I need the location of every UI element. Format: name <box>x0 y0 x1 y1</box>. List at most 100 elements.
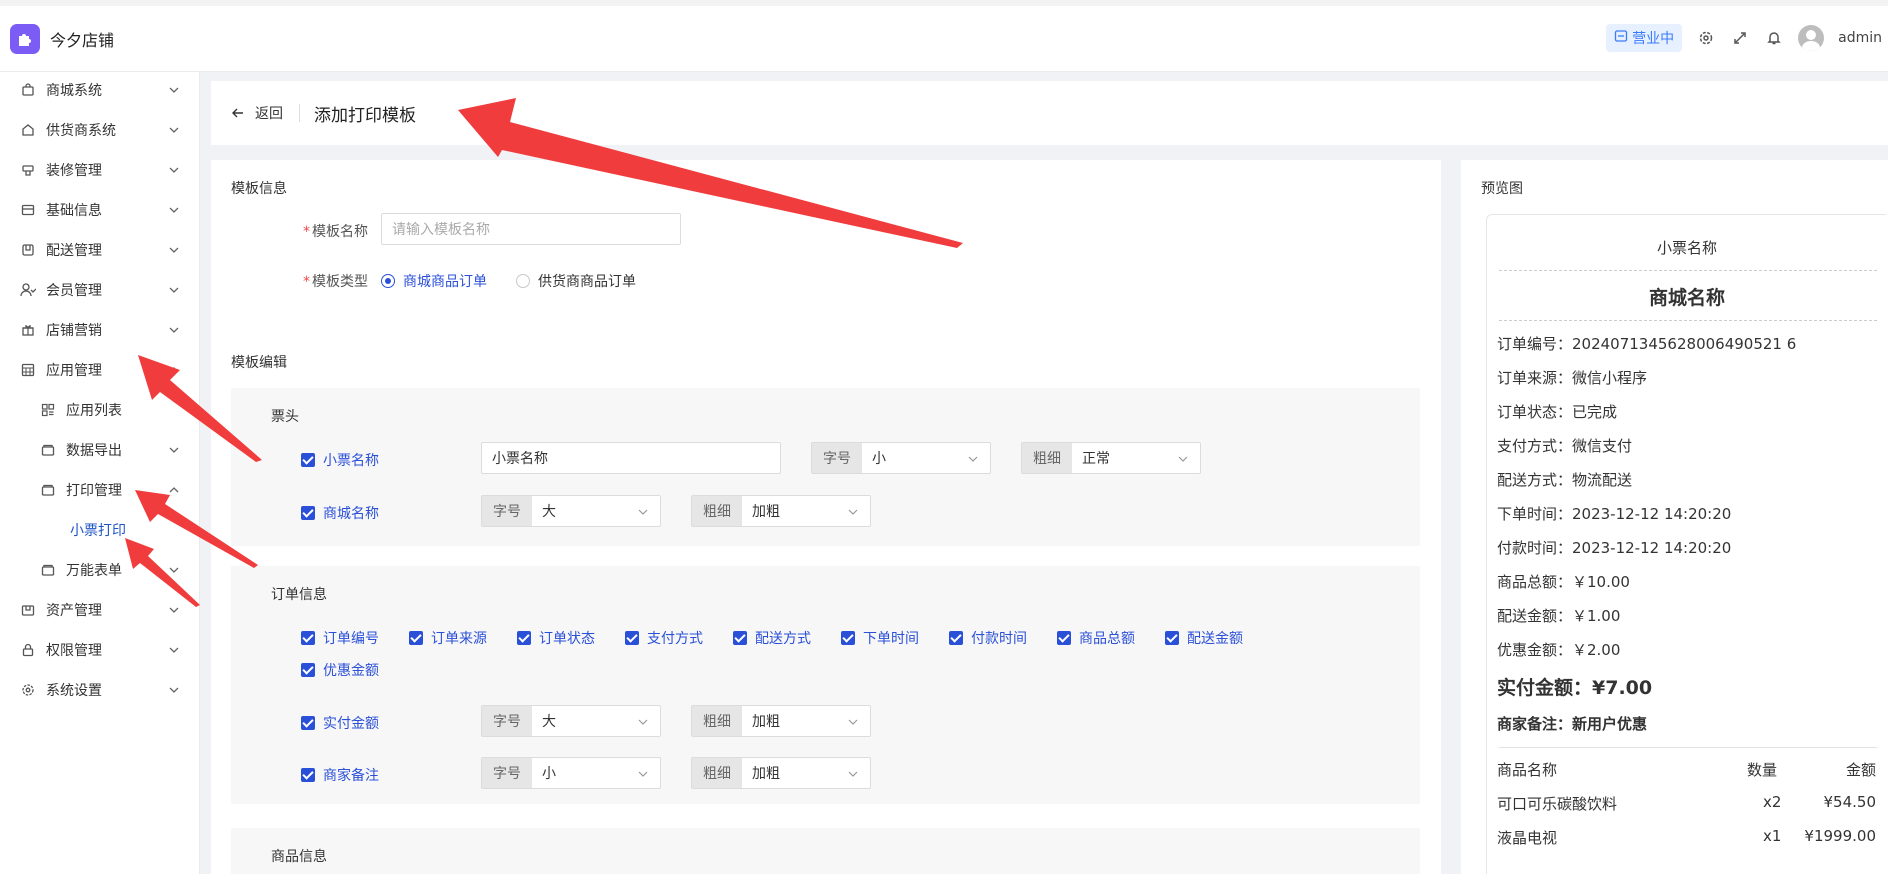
folder-icon <box>40 482 56 498</box>
avatar[interactable] <box>1798 25 1825 51</box>
goods-row-amount: ¥1999.00 <box>1804 827 1876 845</box>
chevron-up-icon <box>169 487 179 493</box>
sidebar-item-receipt-print[interactable]: 小票打印 <box>0 515 200 545</box>
chevron-down-icon <box>169 447 179 453</box>
goods-info-box: 商品信息 <box>231 828 1420 874</box>
ticket-name-input[interactable]: 小票名称 <box>481 442 781 474</box>
sidebar-item-label: 基础信息 <box>46 203 102 219</box>
chevron-down-icon <box>169 567 179 573</box>
sidebar-item-mall[interactable]: 商城系统 <box>0 75 200 105</box>
sidebar-item-app-list[interactable]: 应用列表 <box>0 395 200 425</box>
template-type-label: * 模板类型 <box>303 274 368 290</box>
preview-label: 预览图 <box>1481 181 1523 197</box>
receipt-line: 下单时间：2023-12-12 14:20:20 <box>1497 505 1732 523</box>
checkbox-goods-total[interactable]: 商品总额 <box>1057 628 1135 648</box>
receipt-preview: 小票名称 商城名称 订单编号：2024071345628006490521 6 … <box>1486 214 1886 874</box>
chevron-down-icon <box>848 771 858 777</box>
sidebar-item-decoration[interactable]: 装修管理 <box>0 155 200 185</box>
checkbox-mall-name[interactable]: 商城名称 <box>301 503 379 523</box>
sidebar-item-settings[interactable]: 系统设置 <box>0 675 200 705</box>
divider <box>1499 747 1877 748</box>
dashed-divider <box>1499 320 1877 321</box>
sidebar-item-label: 资产管理 <box>46 603 102 619</box>
paid-size-select[interactable]: 字号 大 <box>481 705 661 737</box>
ticket-head-title: 票头 <box>271 409 299 425</box>
puzzle-logo-icon <box>10 23 40 54</box>
checkbox-order-time[interactable]: 下单时间 <box>841 628 919 648</box>
bell-icon[interactable] <box>1764 28 1784 48</box>
checkbox-pay-method[interactable]: 支付方式 <box>625 628 703 648</box>
chevron-down-icon <box>169 647 179 653</box>
chevron-up-icon <box>169 367 179 373</box>
receipt-remark: 商家备注：新用户优惠 <box>1497 715 1648 733</box>
mall-name-weight-select[interactable]: 粗细 加粗 <box>691 495 871 527</box>
template-form-panel: 模板信息 * 模板名称 请输入模板名称 * 模板类型 商城商品订单 供货商商品订单 … <box>211 160 1441 874</box>
goods-row-qty: x1 <box>1763 827 1782 845</box>
chevron-down-icon <box>169 287 179 293</box>
receipt-line: 配送方式：物流配送 <box>1497 471 1633 489</box>
page-title: 添加打印模板 <box>314 105 416 126</box>
checkbox-order-no[interactable]: 订单编号 <box>301 628 379 648</box>
sidebar-item-label: 万能表单 <box>66 563 122 579</box>
checkbox-order-status[interactable]: 订单状态 <box>517 628 595 648</box>
card-icon <box>20 202 36 218</box>
ticket-name-size-select[interactable]: 字号 小 <box>811 442 991 474</box>
sidebar-item-assets[interactable]: 资产管理 <box>0 595 200 625</box>
user-icon <box>20 282 36 298</box>
title-bar: 返回 添加打印模板 <box>211 81 1888 145</box>
sidebar-item-label: 商城系统 <box>46 83 102 99</box>
template-name-input[interactable]: 请输入模板名称 <box>381 213 681 245</box>
sidebar-item-members[interactable]: 会员管理 <box>0 275 200 305</box>
checkbox-delivery-method[interactable]: 配送方式 <box>733 628 811 648</box>
radio-supplier-order[interactable]: 供货商商品订单 <box>516 271 636 291</box>
chevron-down-icon <box>169 207 179 213</box>
mall-name-size-select[interactable]: 字号 大 <box>481 495 661 527</box>
sidebar-item-label: 配送管理 <box>46 243 102 259</box>
grid-icon <box>20 362 36 378</box>
receipt-line: 优惠金额：￥2.00 <box>1497 641 1621 659</box>
section-template-edit: 模板编辑 <box>231 355 287 371</box>
dashed-divider <box>1499 270 1877 271</box>
chevron-down-icon <box>638 719 648 725</box>
sidebar-item-delivery[interactable]: 配送管理 <box>0 235 200 265</box>
chevron-down-icon <box>1178 456 1188 462</box>
sidebar-item-label: 打印管理 <box>66 483 122 499</box>
paid-weight-select[interactable]: 粗细 加粗 <box>691 705 871 737</box>
checkbox-discount-amount[interactable]: 优惠金额 <box>301 660 379 680</box>
house-icon <box>20 122 36 138</box>
checkbox-paid-amount[interactable]: 实付金额 <box>301 713 379 733</box>
receipt-line: 配送金额：￥1.00 <box>1497 607 1621 625</box>
ticket-name-weight-select[interactable]: 粗细 正常 <box>1021 442 1201 474</box>
receipt-line: 付款时间：2023-12-12 14:20:20 <box>1497 539 1732 557</box>
remark-size-select[interactable]: 字号 小 <box>481 757 661 789</box>
arrow-left-icon <box>232 108 243 118</box>
chevron-down-icon <box>848 719 858 725</box>
sidebar-item-universal-form[interactable]: 万能表单 <box>0 555 200 585</box>
checkbox-merchant-remark[interactable]: 商家备注 <box>301 765 379 785</box>
back-button[interactable]: 返回 <box>231 103 283 123</box>
sidebar-item-data-export[interactable]: 数据导出 <box>0 435 200 465</box>
checkbox-pay-time[interactable]: 付款时间 <box>949 628 1027 648</box>
receipt-line: 订单编号：2024071345628006490521 6 <box>1497 335 1797 353</box>
chevron-down-icon <box>638 509 648 515</box>
sidebar-item-apps[interactable]: 应用管理 <box>0 355 200 385</box>
brand[interactable]: 今夕店铺 <box>10 23 115 54</box>
radio-mall-order[interactable]: 商城商品订单 <box>381 271 487 291</box>
gear-icon[interactable] <box>1696 28 1716 48</box>
checkbox-delivery-amount[interactable]: 配送金额 <box>1165 628 1243 648</box>
checkbox-order-source[interactable]: 订单来源 <box>409 628 487 648</box>
sidebar-item-label: 会员管理 <box>46 283 102 299</box>
rocket-icon[interactable] <box>1730 28 1750 48</box>
goods-row-qty: x2 <box>1763 793 1782 811</box>
gear-icon <box>20 682 36 698</box>
remark-weight-select[interactable]: 粗细 加粗 <box>691 757 871 789</box>
sidebar-item-print-manage[interactable]: 打印管理 <box>0 475 200 505</box>
username[interactable]: admin <box>1838 30 1882 46</box>
sidebar-item-permissions[interactable]: 权限管理 <box>0 635 200 665</box>
checkbox-ticket-name[interactable]: 小票名称 <box>301 450 379 470</box>
sidebar-item-basic-info[interactable]: 基础信息 <box>0 195 200 225</box>
status-badge[interactable]: 营业中 <box>1606 24 1683 52</box>
sidebar-item-marketing[interactable]: 店铺营销 <box>0 315 200 345</box>
sidebar-item-supplier[interactable]: 供货商系统 <box>0 115 200 145</box>
brand-name: 今夕店铺 <box>50 30 115 50</box>
